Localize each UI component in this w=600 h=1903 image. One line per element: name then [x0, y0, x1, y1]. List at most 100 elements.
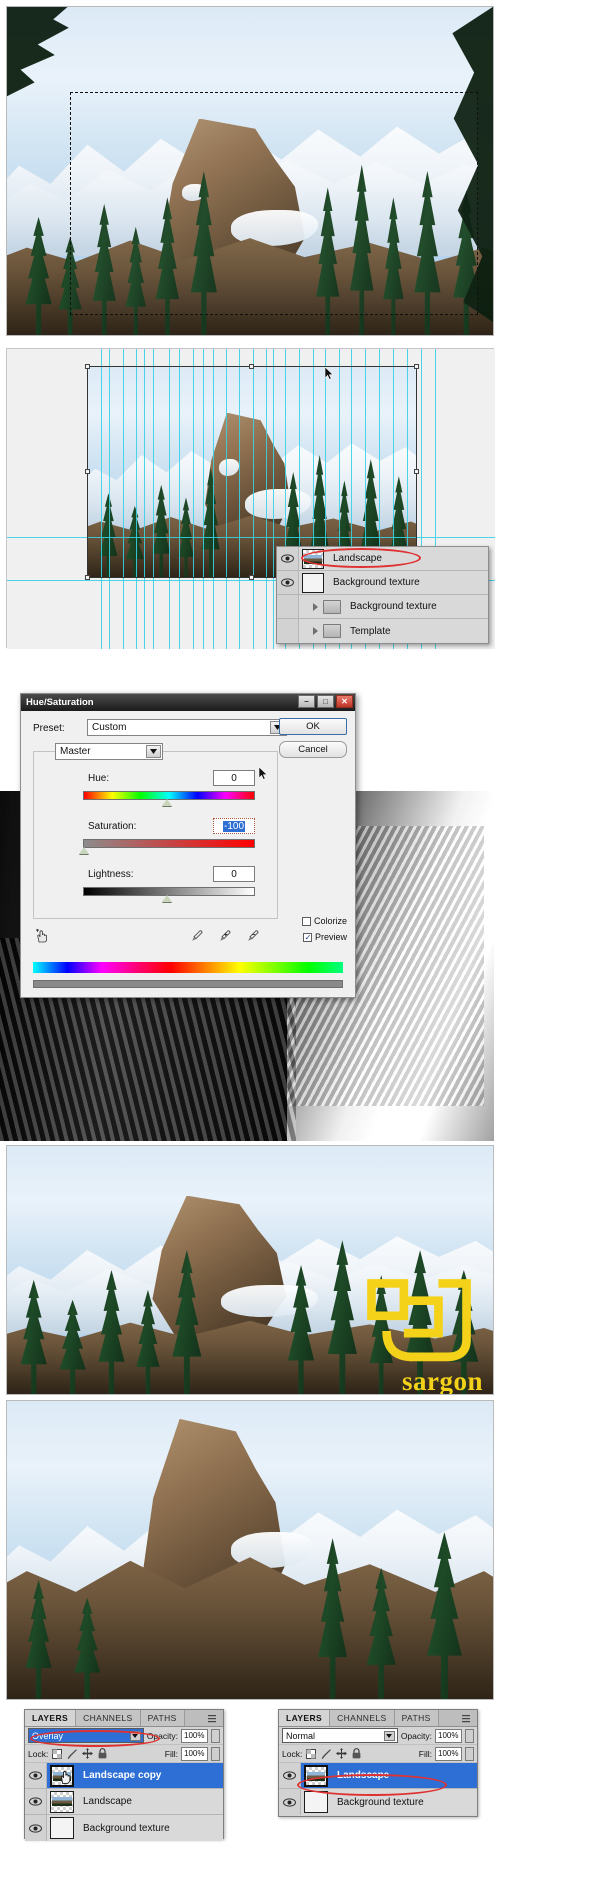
minimize-button[interactable]: –	[298, 695, 315, 708]
layer-thumbnail[interactable]	[50, 1790, 74, 1813]
layer-group-row[interactable]: Template	[277, 619, 488, 643]
layer-row[interactable]: Landscape	[277, 547, 488, 571]
hue-range-bar[interactable]	[33, 980, 343, 988]
preview-row[interactable]: ✓ Preview	[303, 932, 347, 943]
transform-handle-tr[interactable]	[414, 364, 419, 369]
final-composite-with-panels[interactable]	[6, 1400, 494, 1700]
layer-thumbnail[interactable]	[304, 1791, 328, 1813]
opacity-stepper[interactable]	[465, 1728, 474, 1743]
blend-mode-row[interactable]: Normal Opacity: 100%	[279, 1727, 477, 1745]
layers-dock-right[interactable]: LAYERS CHANNELS PATHS Normal Opacity: 10…	[278, 1709, 478, 1817]
eye-icon[interactable]	[25, 1763, 47, 1788]
eye-icon[interactable]	[277, 547, 299, 570]
lock-all-icon[interactable]	[350, 1748, 362, 1760]
opacity-value[interactable]: 100%	[435, 1728, 462, 1743]
transform-handle-bl[interactable]	[85, 575, 90, 580]
lightness-input[interactable]: 0	[213, 866, 255, 882]
layer-row[interactable]: Landscape copy	[25, 1763, 223, 1789]
blend-mode-row[interactable]: Overlay Opacity: 100%	[25, 1727, 223, 1745]
selection-marquee[interactable]	[70, 92, 479, 316]
eye-icon-off[interactable]	[277, 619, 299, 643]
targeted-adjustment-icon[interactable]	[35, 929, 49, 948]
panel-tab-bar[interactable]: LAYERS CHANNELS PATHS	[25, 1710, 223, 1727]
transform-handle-bc[interactable]	[249, 575, 254, 580]
eye-icon-off[interactable]	[277, 595, 299, 618]
fill-stepper[interactable]	[465, 1746, 474, 1761]
cancel-button[interactable]: Cancel	[279, 741, 347, 758]
tab-channels[interactable]: CHANNELS	[76, 1710, 141, 1726]
tab-paths[interactable]: PATHS	[394, 1710, 439, 1726]
blend-mode-dropdown[interactable]: Overlay	[28, 1728, 144, 1743]
transform-handle-mr[interactable]	[414, 469, 419, 474]
eyedropper-icon[interactable]	[191, 930, 203, 942]
blend-mode-dropdown[interactable]: Normal	[282, 1728, 398, 1743]
chevron-right-icon[interactable]	[313, 602, 318, 611]
transform-handle-ml[interactable]	[85, 469, 90, 474]
eyedropper-plus-icon[interactable]	[219, 930, 231, 942]
eyedropper-group[interactable]	[191, 930, 259, 942]
fill-stepper[interactable]	[211, 1746, 220, 1761]
eye-icon[interactable]	[279, 1789, 301, 1815]
transform-with-guides-canvas[interactable]: Landscape Background texture Background …	[6, 348, 495, 649]
eye-icon[interactable]	[277, 571, 299, 594]
fill-value[interactable]: 100%	[435, 1746, 462, 1761]
final-composite-canvas[interactable]: sargon	[6, 1145, 494, 1395]
layer-thumbnail[interactable]	[50, 1817, 74, 1839]
layer-group-row[interactable]: Background texture	[277, 595, 488, 619]
colorize-row[interactable]: Colorize	[302, 916, 347, 927]
fill-value[interactable]: 100%	[181, 1746, 208, 1761]
opacity-value[interactable]: 100%	[181, 1728, 208, 1743]
lock-transparent-icon[interactable]	[305, 1748, 317, 1760]
chevron-down-icon[interactable]	[129, 1731, 141, 1741]
lock-all-icon[interactable]	[96, 1748, 108, 1760]
tab-layers[interactable]: LAYERS	[25, 1710, 77, 1726]
layer-thumbnail[interactable]	[302, 548, 324, 569]
eye-icon[interactable]	[279, 1763, 301, 1788]
layer-row[interactable]: Landscape	[25, 1789, 223, 1815]
chevron-down-icon[interactable]	[383, 1731, 395, 1741]
preview-checkbox[interactable]: ✓	[303, 933, 313, 943]
preset-dropdown[interactable]: Custom	[87, 719, 287, 736]
panel-tab-bar[interactable]: LAYERS CHANNELS PATHS	[279, 1710, 477, 1727]
eye-icon[interactable]	[25, 1815, 47, 1841]
layer-thumbnail[interactable]	[304, 1764, 328, 1787]
chevron-right-icon[interactable]	[313, 627, 318, 635]
layer-row[interactable]: Background texture	[279, 1789, 477, 1815]
transform-handle-tc[interactable]	[249, 364, 254, 369]
layer-row[interactable]: Landscape	[279, 1763, 477, 1789]
lock-move-icon[interactable]	[335, 1748, 347, 1760]
saturation-input[interactable]: -100	[213, 818, 255, 834]
colorize-checkbox[interactable]	[302, 917, 312, 927]
hue-input[interactable]: 0	[213, 770, 255, 786]
tab-layers[interactable]: LAYERS	[279, 1710, 331, 1726]
lock-row[interactable]: Lock: Fill: 100%	[279, 1745, 477, 1763]
saturation-slider-thumb[interactable]	[79, 847, 89, 854]
chevron-down-icon[interactable]	[146, 745, 161, 758]
lock-paint-icon[interactable]	[66, 1748, 78, 1760]
ok-button[interactable]: OK	[279, 718, 347, 735]
panel-menu-icon[interactable]	[204, 1710, 223, 1726]
layers-dock-left[interactable]: LAYERS CHANNELS PATHS Overlay Opacity: 1…	[24, 1709, 224, 1841]
eye-icon[interactable]	[25, 1789, 47, 1814]
maximize-button[interactable]: □	[317, 695, 334, 708]
lock-move-icon[interactable]	[81, 1748, 93, 1760]
hue-saturation-dialog[interactable]: Hue/Saturation – □ ✕ Preset: Custom OK C…	[20, 693, 356, 998]
window-controls[interactable]: – □ ✕	[298, 695, 353, 708]
tab-channels[interactable]: CHANNELS	[330, 1710, 395, 1726]
channel-dropdown[interactable]: Master	[55, 743, 163, 760]
layer-row[interactable]: Background texture	[25, 1815, 223, 1841]
crop-selection-canvas[interactable]	[6, 6, 494, 336]
eyedropper-minus-icon[interactable]	[247, 930, 259, 942]
lock-row[interactable]: Lock: Fill: 100%	[25, 1745, 223, 1763]
transform-handle-tl[interactable]	[85, 364, 90, 369]
layer-row[interactable]: Background texture	[277, 571, 488, 595]
layer-thumbnail[interactable]	[302, 572, 324, 593]
lock-paint-icon[interactable]	[320, 1748, 332, 1760]
hue-slider-thumb[interactable]	[162, 799, 172, 806]
lightness-slider-thumb[interactable]	[162, 895, 172, 902]
opacity-stepper[interactable]	[211, 1728, 220, 1743]
close-button[interactable]: ✕	[336, 695, 353, 708]
lock-transparent-icon[interactable]	[51, 1748, 63, 1760]
saturation-slider[interactable]	[83, 839, 255, 848]
panel-menu-icon[interactable]	[458, 1710, 477, 1726]
